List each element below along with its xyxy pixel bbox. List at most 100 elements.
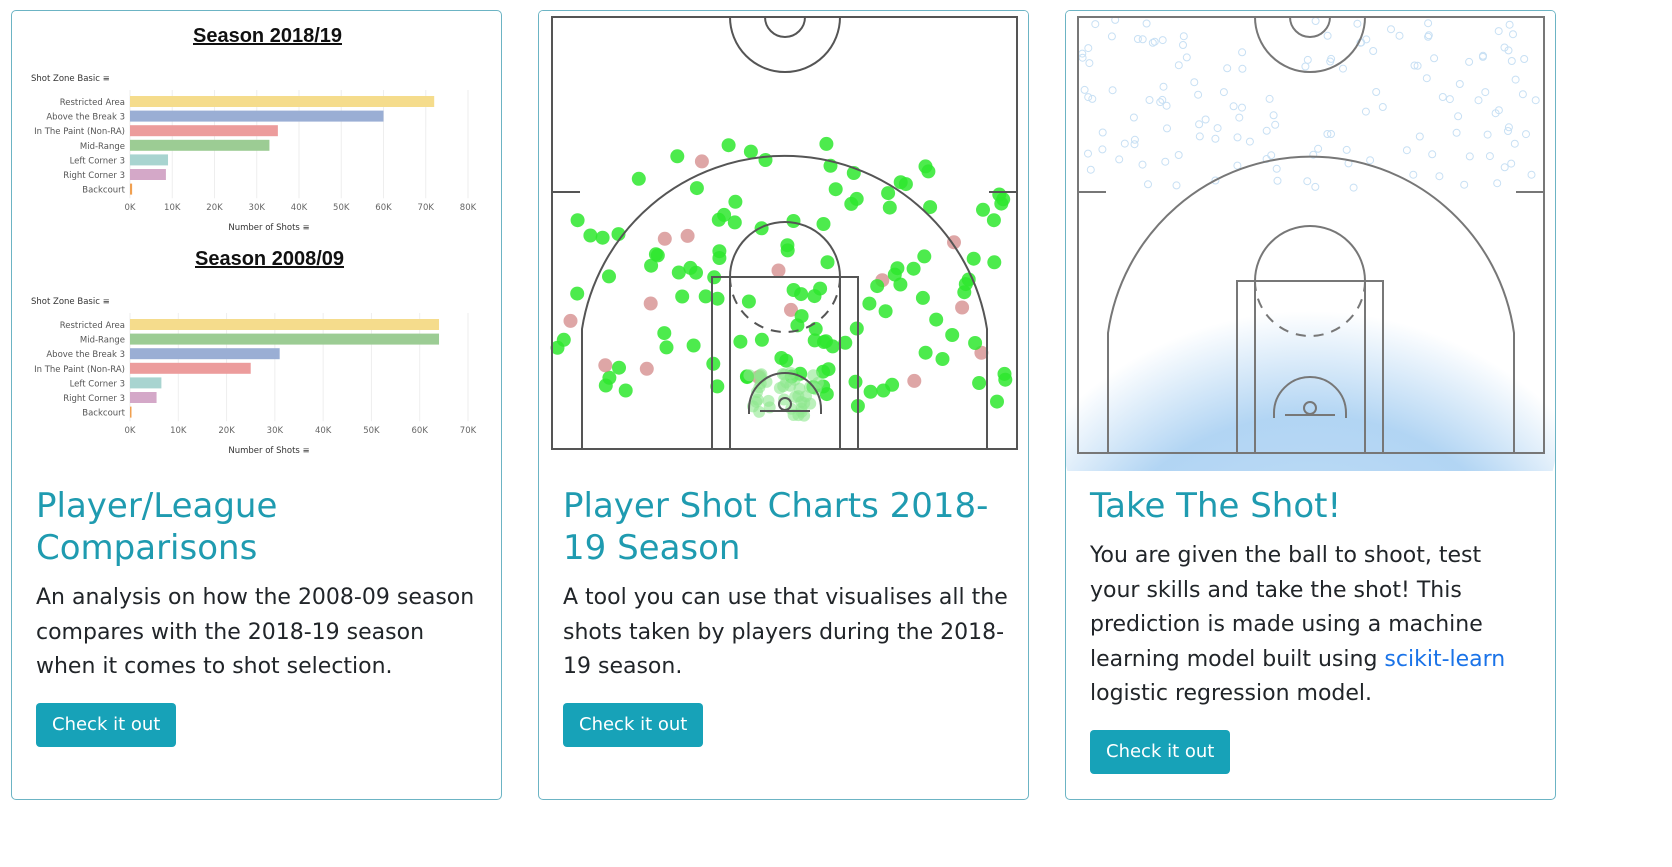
shot-dot [659, 340, 674, 355]
bar-right-corner-3 [130, 392, 157, 403]
shot-dot [743, 144, 758, 159]
shot-dot [556, 332, 571, 347]
shot-dot [570, 213, 585, 228]
card-take-the-shot: Take The Shot! You are given the ball to… [1065, 10, 1556, 800]
shot-dot [612, 360, 626, 375]
shot-dot [793, 382, 806, 395]
card-title: Player/League Comparisons [36, 486, 278, 568]
bar-chart-2018: Shot Zone Basic ≡ 0K 10K 20K 30K 40K 50K 60K 70K… [31, 74, 477, 233]
x-tick-label: 10K [170, 426, 187, 436]
x-axis-title: Number of Shots ≡ [228, 446, 309, 456]
category-label: Mid-Range [80, 336, 125, 346]
x-tick-label: 70K [418, 203, 435, 213]
shot-dot [706, 356, 721, 371]
shot-dot [885, 377, 900, 392]
shot-dot [849, 321, 864, 336]
description-after: logistic regression model. [1090, 681, 1373, 706]
shot-dot [786, 283, 801, 297]
card-body: Player/League Comparisons An analysis on… [36, 485, 481, 747]
x-tick-label: 20K [206, 203, 223, 213]
x-tick-label: 60K [375, 203, 392, 213]
shot-dot [819, 136, 834, 151]
shot-dot [754, 221, 769, 236]
shot-dot [786, 214, 801, 228]
shot-dot [794, 309, 809, 324]
shot-dot [771, 263, 786, 278]
x-tick-label: 30K [249, 203, 266, 213]
bar-backcourt [130, 406, 132, 418]
category-label: Mid-Range [80, 142, 125, 152]
bar-restricted-area [130, 319, 440, 330]
shot-dot [698, 289, 713, 304]
shot-dot [570, 286, 585, 301]
shot-dot [807, 369, 820, 382]
card-body: Player Shot Charts 2018-19 Season A tool… [563, 485, 1008, 747]
shot-dot [762, 394, 775, 407]
shot-dot [998, 372, 1013, 387]
shot-dot [683, 260, 698, 275]
shot-dot [828, 182, 843, 197]
shot-dot [907, 373, 922, 388]
shot-dot [898, 177, 913, 192]
basketball-court-density [1066, 11, 1555, 471]
shot-dot [650, 248, 665, 263]
y-axis-title: Shot Zone Basic ≡ [31, 74, 110, 84]
check-it-out-button[interactable]: Check it out [563, 702, 704, 747]
shot-dot [670, 149, 685, 164]
card-description: A tool you can use that visualises all t… [563, 585, 1008, 679]
y-axis-title: Shot Zone Basic ≡ [31, 297, 110, 307]
shot-dot [986, 213, 1001, 228]
shot-dot [728, 194, 743, 209]
shot-dot [743, 369, 756, 382]
card-description: An analysis on how the 2008-09 season co… [36, 585, 475, 679]
category-label: Left Corner 3 [70, 156, 125, 166]
shot-dot [657, 326, 672, 341]
shot-dot [881, 186, 896, 201]
shot-dot [863, 384, 878, 399]
shot-dot [966, 251, 981, 266]
bar-above-the-break-3 [130, 348, 280, 360]
shot-dot [598, 378, 613, 393]
shot-dot [818, 334, 833, 349]
x-tick-label: 0K [125, 203, 136, 213]
check-it-out-button[interactable]: Check it out [1090, 729, 1231, 774]
bar-left-corner-3 [130, 377, 162, 389]
category-label: In The Paint (Non-RA) [34, 365, 125, 375]
category-label: Above the Break 3 [46, 113, 125, 123]
bar-backcourt [130, 183, 133, 195]
category-label: Backcourt [82, 409, 125, 419]
shot-dot [972, 376, 987, 390]
bar-in-the-paint-non-ra- [130, 362, 251, 374]
category-label: Backcourt [82, 186, 125, 196]
bar-restricted-area [130, 96, 435, 107]
bar-in-the-paint-non-ra- [130, 125, 278, 137]
shot-dot [882, 200, 897, 215]
shot-dot [813, 281, 828, 296]
shot-dot [733, 334, 748, 349]
shot-dot [780, 238, 795, 253]
shot-dot [929, 312, 944, 327]
shot-dot [583, 228, 598, 243]
shot-dot [657, 231, 672, 246]
bar-above-the-break-3 [130, 110, 384, 122]
shot-dot [945, 328, 960, 342]
shot-dot [779, 353, 794, 368]
card-image-shot-density [1066, 11, 1555, 471]
x-tick-label: 40K [291, 203, 308, 213]
card-image-bar-charts: Season 2018/19 Shot Zone Basic ≡ 0K 10K 20K… [12, 11, 501, 471]
card-image-shot-chart [539, 11, 1028, 471]
card-body: Take The Shot! You are given the ball to… [1090, 485, 1535, 774]
bar-mid-range [130, 139, 270, 151]
shot-dot [712, 244, 727, 259]
card-title: Player Shot Charts 2018-19 Season [563, 486, 989, 568]
scikit-learn-link[interactable]: scikit-learn [1384, 647, 1505, 672]
category-label: In The Paint (Non-RA) [34, 127, 125, 137]
check-it-out-button[interactable]: Check it out [36, 702, 177, 747]
shot-dot [643, 296, 658, 311]
shot-dot [717, 207, 732, 222]
shot-dot [921, 164, 936, 179]
shot-dot [721, 138, 736, 153]
category-label: Left Corner 3 [70, 379, 125, 389]
shot-dot [602, 269, 616, 284]
shot-dot [915, 290, 930, 305]
